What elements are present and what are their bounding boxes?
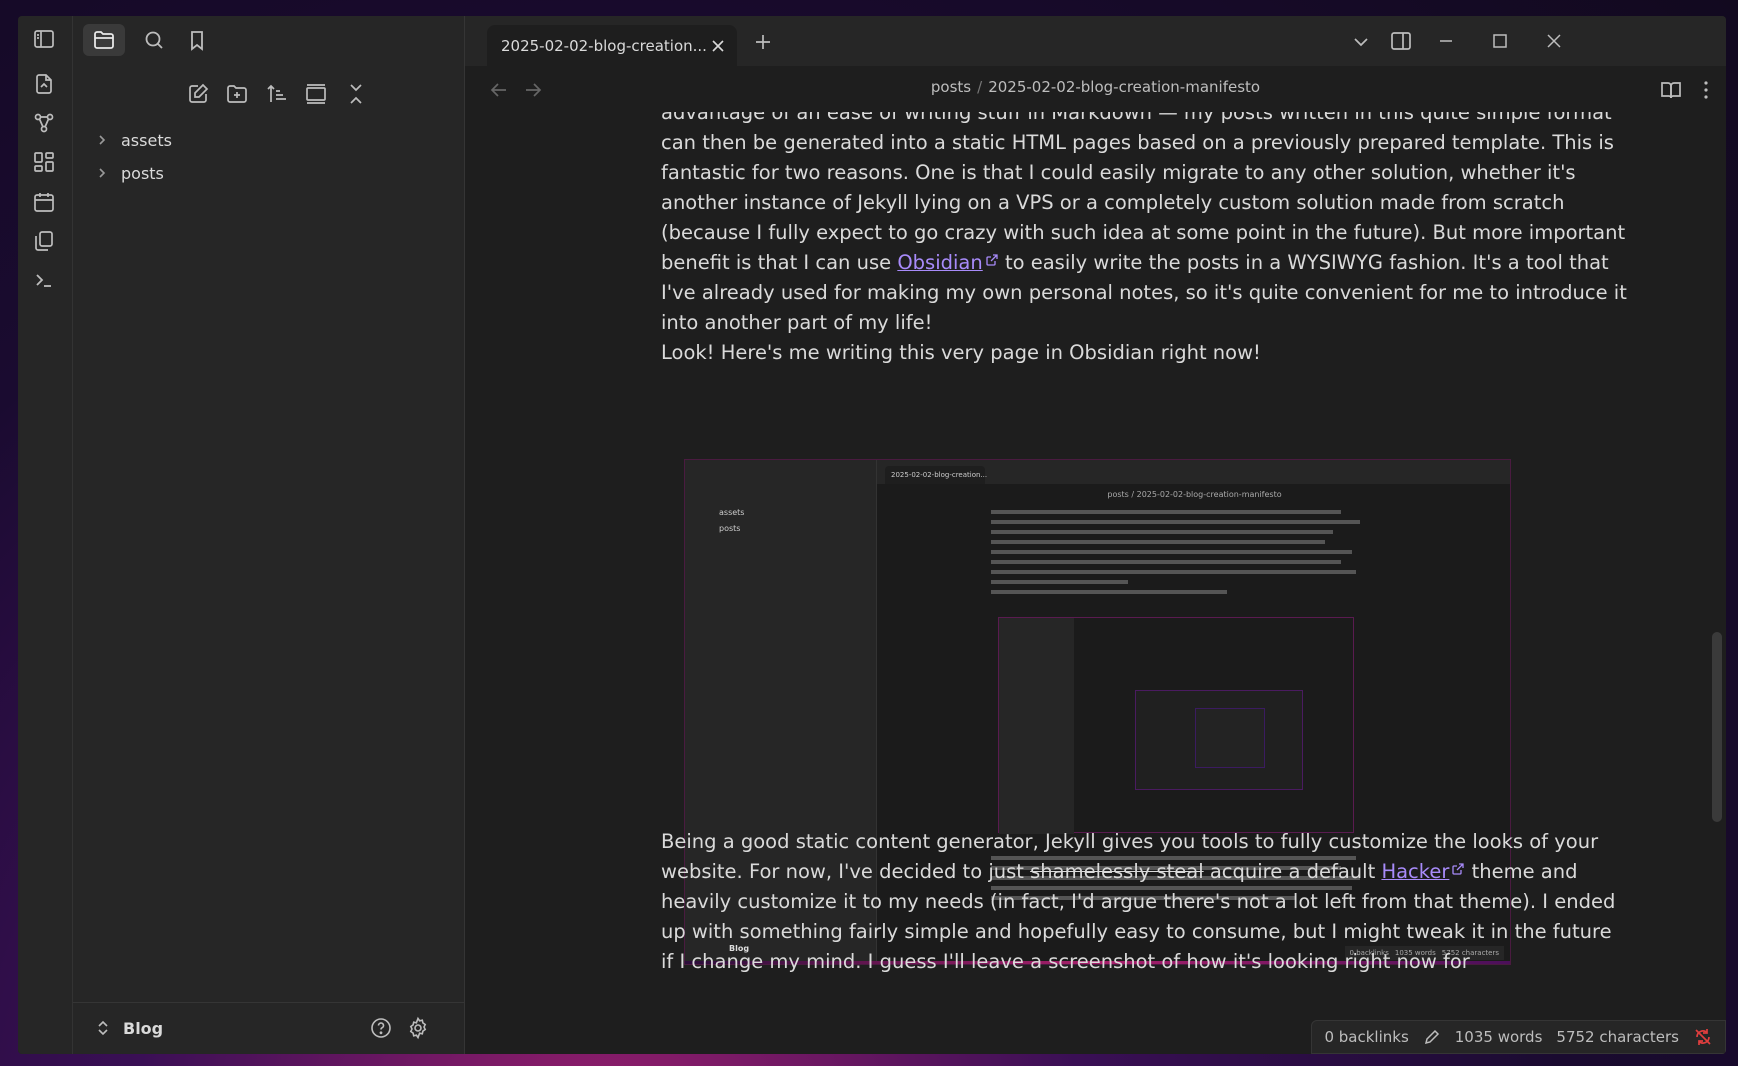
text-line: (because I fully expect to go crazy with…: [661, 221, 1626, 244]
embed-tab-title: 2025-02-02-blog-creation...: [885, 466, 987, 484]
external-link-icon: [985, 253, 999, 267]
new-tab-icon[interactable]: [751, 30, 775, 54]
command-palette-icon[interactable]: [32, 268, 56, 292]
tree-folder-label: posts: [121, 163, 164, 183]
templates-icon[interactable]: [32, 229, 56, 253]
help-icon[interactable]: [369, 1016, 393, 1040]
settings-gear-icon[interactable]: [406, 1016, 430, 1040]
reading-view-icon[interactable]: [1659, 78, 1683, 102]
text-line: Being a good static content generator, J…: [661, 830, 1599, 853]
vault-switch-icon[interactable]: [93, 1018, 113, 1038]
text-line: another instance of Jekyll lying on a VP…: [661, 191, 1565, 214]
tab-list-chevron-icon[interactable]: [1349, 30, 1373, 54]
text-segment: website. For now, I've decided to just: [661, 860, 1031, 883]
paragraph-jekyll: Being a good static content generator, J…: [661, 827, 1616, 977]
text-line: benefit is that I can use Obsidian to ea…: [661, 248, 1609, 278]
graph-view-icon[interactable]: [32, 111, 56, 135]
more-options-icon[interactable]: [1694, 78, 1718, 102]
text-line: heavily customize it to my needs (in fac…: [661, 890, 1616, 913]
edit-pencil-icon[interactable]: [1423, 1028, 1441, 1046]
hacker-link[interactable]: Hacker: [1381, 860, 1449, 883]
text-segment: benefit is that I can use: [661, 251, 898, 274]
collapse-all-icon[interactable]: [344, 82, 368, 106]
search-icon[interactable]: [142, 28, 166, 52]
character-count: 5752 characters: [1556, 1028, 1679, 1046]
text-line: advantage of an ease of writing stuff in…: [661, 112, 1612, 124]
embed-breadcrumb: posts / 2025-02-02-blog-creation-manifes…: [1107, 490, 1282, 499]
breadcrumb-folder[interactable]: posts: [931, 78, 971, 96]
vault-switcher-bar: Blog: [73, 1002, 465, 1054]
tab-strip: 2025-02-02-blog-creation...: [465, 16, 1726, 66]
file-explorer-sidebar: assets posts Blog: [73, 16, 465, 1054]
split-right-sidebar-icon[interactable]: [1389, 29, 1413, 53]
breadcrumb-separator: /: [977, 78, 983, 96]
chevron-right-icon: [93, 131, 111, 149]
maximize-icon[interactable]: [1488, 29, 1512, 53]
strikethrough-text: shamelessly steal: [1030, 860, 1204, 883]
text-line: website. For now, I've decided to just s…: [661, 857, 1577, 887]
obsidian-link[interactable]: Obsidian: [897, 251, 982, 274]
text-segment: theme and: [1465, 860, 1578, 883]
text-line: can then be generated into a static HTML…: [661, 131, 1614, 154]
new-folder-icon[interactable]: [225, 82, 249, 106]
text-segment: to easily write the posts in a WYSIWYG f…: [998, 251, 1609, 274]
text-line: if I change my mind. I guess I'll leave …: [661, 950, 1470, 973]
left-ribbon: [18, 16, 73, 1054]
canvas-icon[interactable]: [32, 150, 56, 174]
chevron-right-icon: [93, 164, 111, 182]
embed-nested-screenshot: [998, 617, 1354, 834]
bookmarks-icon[interactable]: [185, 28, 209, 52]
collapse-view-icon[interactable]: [304, 82, 328, 106]
embed-tree-posts: posts: [719, 524, 741, 533]
text-line: I've already used for making my own pers…: [661, 281, 1627, 304]
daily-note-icon[interactable]: [32, 190, 56, 214]
new-note-icon[interactable]: [186, 82, 210, 106]
embed-tabstrip: 2025-02-02-blog-creation...: [877, 460, 1510, 484]
sync-error-icon[interactable]: [1693, 1027, 1713, 1047]
text-line: fantastic for two reasons. One is that I…: [661, 161, 1576, 184]
open-quick-switcher-icon[interactable]: [32, 72, 56, 96]
text-segment: acquire a default: [1203, 860, 1382, 883]
breadcrumb-file[interactable]: 2025-02-02-blog-creation-manifesto: [988, 78, 1260, 96]
obsidian-window: assets posts Blog 2025-02-02-blog-creati: [18, 16, 1726, 1054]
sort-icon[interactable]: [265, 82, 289, 106]
files-icon[interactable]: [92, 28, 116, 52]
text-line: Look! Here's me writing this very page i…: [661, 341, 1261, 364]
tab-title: 2025-02-02-blog-creation...: [501, 36, 707, 55]
tree-folder-label: assets: [121, 130, 172, 150]
editor-area: 2025-02-02-blog-creation... posts / 2025…: [465, 16, 1726, 1054]
text-line: into another part of my life!: [661, 311, 933, 334]
minimize-icon[interactable]: [1434, 29, 1458, 53]
tree-folder-assets[interactable]: assets: [93, 127, 172, 153]
vault-name[interactable]: Blog: [123, 1019, 163, 1038]
tree-folder-posts[interactable]: posts: [93, 160, 164, 186]
external-link-icon: [1451, 862, 1465, 876]
editor-scrollbar[interactable]: [1712, 632, 1722, 822]
status-bar: 0 backlinks 1035 words 5752 characters: [1311, 1020, 1726, 1054]
view-header: posts / 2025-02-02-blog-creation-manifesto: [465, 66, 1726, 112]
backlinks-count[interactable]: 0 backlinks: [1324, 1028, 1408, 1046]
paragraph-intro: advantage of an ease of writing stuff in…: [661, 112, 1627, 368]
tab-blog-creation-manifesto[interactable]: 2025-02-02-blog-creation...: [487, 25, 737, 66]
close-window-icon[interactable]: [1542, 29, 1566, 53]
embed-text-lines: [991, 504, 1371, 600]
sidebar-toggle-icon[interactable]: [32, 27, 56, 51]
note-content[interactable]: advantage of an ease of writing stuff in…: [465, 112, 1726, 1054]
embed-tree-assets: assets: [719, 508, 745, 517]
text-line: up with something fairly simple and hope…: [661, 920, 1612, 943]
breadcrumb: posts / 2025-02-02-blog-creation-manifesto: [465, 78, 1726, 96]
close-tab-icon[interactable]: [709, 37, 727, 55]
word-count: 1035 words: [1454, 1028, 1543, 1046]
